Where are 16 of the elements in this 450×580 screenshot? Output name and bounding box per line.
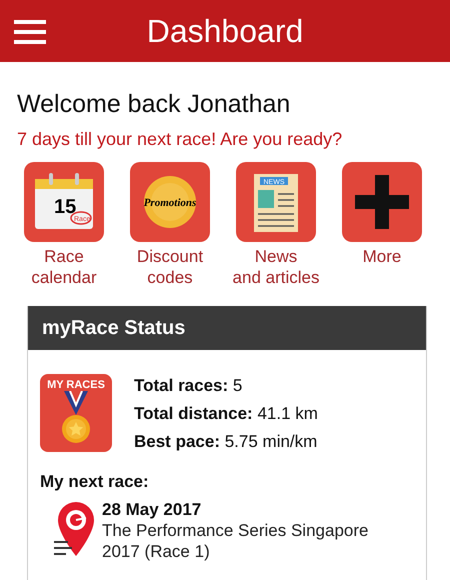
page-title: Dashboard (146, 12, 304, 50)
shortcut-tile[interactable]: Promotions Discount codes (130, 162, 210, 288)
stat-line: Best pace: 5.75 min/km (134, 432, 318, 452)
stat-line: Total distance: 41.1 km (134, 404, 318, 424)
plus-icon (342, 162, 422, 242)
race-name[interactable]: The Performance Series Singapore 2017 (Race 1) (102, 520, 392, 562)
welcome-heading: Welcome back Jonathan (17, 90, 292, 119)
next-race-heading: My next race: (39, 471, 150, 492)
badge-icon: Promotions (130, 162, 210, 242)
stat-line: Total races: 5 (134, 376, 244, 396)
card-title: myRace Status (28, 306, 426, 350)
menu-icon[interactable] (14, 20, 46, 44)
my-races-icon[interactable]: MY RACES (40, 374, 112, 452)
race-countdown: 7 days till your next race! Are you ready? (17, 129, 344, 150)
shortcut-tile[interactable]: More (342, 162, 422, 288)
race-date: 28 May 2017 (102, 500, 202, 520)
